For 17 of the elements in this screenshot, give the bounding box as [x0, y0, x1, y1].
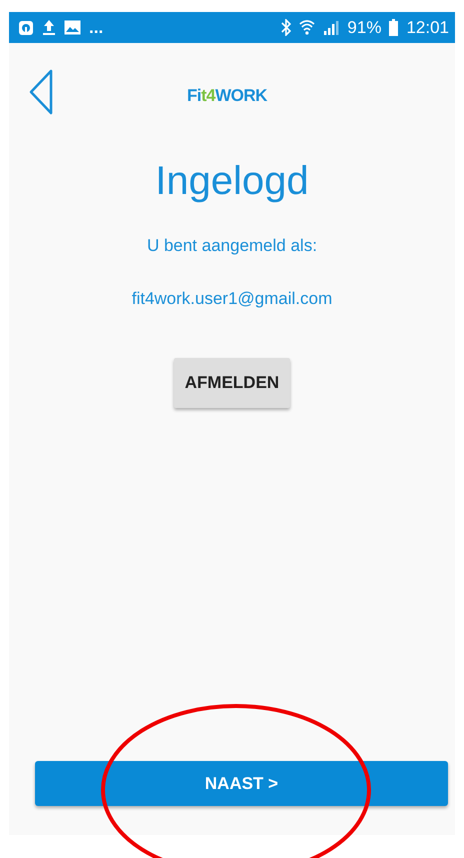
email-text: fit4work.user1@gmail.com [132, 288, 332, 310]
next-button[interactable]: NAAST > [35, 761, 448, 806]
more-notifications-text: ... [89, 16, 104, 39]
bluetooth-icon [281, 19, 292, 36]
page-title: Ingelogd [155, 158, 309, 205]
signal-icon [323, 20, 340, 35]
logout-button[interactable]: AFMELDEN [174, 358, 290, 408]
app-notification-icon [18, 20, 34, 36]
signed-in-label: U bent aangemeld als: [146, 235, 318, 257]
clock-text: 12:01 [406, 16, 449, 39]
image-icon [64, 20, 81, 35]
battery-text: 91% [347, 16, 382, 39]
logo: Fit4WORK [186, 85, 268, 108]
battery-icon [389, 19, 398, 36]
upload-icon [42, 19, 56, 36]
wifi-icon [299, 19, 316, 36]
back-icon[interactable] [27, 68, 55, 116]
